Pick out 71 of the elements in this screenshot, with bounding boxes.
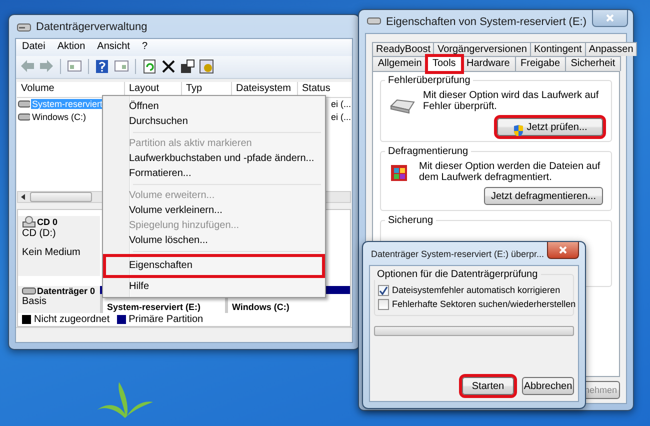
table-cell-text: ei (... [330, 99, 351, 110]
pane-icon [114, 59, 129, 74]
menu-item[interactable]: ? [142, 41, 148, 54]
action-button[interactable]: Jetzt prüfen... [497, 118, 603, 136]
drive-icon [18, 113, 30, 122]
action-button[interactable]: Jetzt defragmentieren... [484, 187, 603, 205]
partition-label: Windows (C:) [232, 302, 290, 312]
column-header[interactable]: Status [298, 82, 351, 97]
drive-icon [367, 17, 381, 26]
legend-label: Nicht zugeordnet [34, 314, 110, 325]
left-arrow-icon [21, 194, 26, 200]
group-title: Sicherung [385, 215, 436, 226]
tab[interactable]: Freigabe [514, 56, 566, 71]
checkbox[interactable] [378, 298, 389, 310]
drive-icon [389, 98, 415, 114]
group-title: Optionen für die Datenträgerprüfung [374, 269, 541, 280]
menu-item[interactable]: Hilfe [105, 279, 323, 294]
close-icon [606, 14, 614, 22]
pane-icon [67, 59, 82, 74]
disk-info: Kein Medium [22, 247, 82, 258]
menu-item[interactable]: Eigenschaften [105, 256, 323, 276]
table-cell-text: ei (... [330, 112, 351, 122]
window-title: Datenträgerverwaltung [36, 20, 148, 32]
cd-drive-icon [22, 216, 36, 228]
tab[interactable]: Allgemein [372, 56, 428, 71]
checkbox-label: Dateisystemfehler automatisch korrigieren [392, 285, 560, 295]
delete-icon [161, 59, 176, 74]
menu-item[interactable]: Öffnen [105, 99, 323, 114]
volume-name[interactable]: Windows (C:) [31, 112, 88, 122]
menu-item[interactable]: Formatieren... [105, 166, 323, 181]
back-arrow-icon [20, 59, 35, 74]
menu-item[interactable]: Aktion [57, 41, 86, 54]
dialog-button[interactable]: Starten [462, 377, 514, 395]
disk-name: CD 0 [37, 217, 58, 227]
drive-icon [18, 100, 30, 108]
disk-drive-icon [22, 287, 36, 295]
disk-info: CD (D:) [22, 228, 57, 239]
tab[interactable]: Anpassen [584, 42, 638, 56]
leaf-drawing [95, 380, 155, 420]
tab[interactable]: Kontingent [530, 42, 586, 56]
tab[interactable]: Vorgängerversionen [433, 42, 531, 56]
menu-item[interactable]: Volume verkleinern... [105, 203, 323, 218]
partition-label: System-reserviert (E:) [107, 302, 201, 312]
window-title: Datenträger System-reserviert (E:) überpr... [371, 248, 544, 258]
menu-item[interactable]: Datei [22, 41, 46, 54]
menu-item[interactable]: Durchsuchen [105, 114, 323, 129]
dialog-button[interactable]: Abbrechen [522, 377, 574, 395]
close-button[interactable] [547, 242, 580, 259]
refresh-icon [142, 59, 157, 74]
tab[interactable]: Tools [426, 56, 462, 72]
checkmark-icon [379, 286, 388, 294]
menu-item[interactable]: Volume löschen... [105, 233, 323, 248]
forward-arrow-icon [39, 59, 54, 74]
close-button[interactable] [592, 10, 628, 27]
disk-info: Basis [22, 296, 48, 307]
description-text: Mit dieser Option wird das Laufwerk auf Fehler überprüft. [423, 90, 600, 112]
close-icon [559, 246, 568, 254]
window-title: Eigenschaften von System-reserviert (E:) [386, 16, 587, 28]
menu-item[interactable]: Ansicht [97, 41, 130, 54]
group-title: Fehlerüberprüfung [385, 75, 474, 86]
help-icon [95, 59, 110, 74]
checkbox-label: Fehlerhafte Sektoren suchen/wiederherstellen [392, 299, 576, 309]
shield-icon [512, 125, 524, 137]
menu-item[interactable]: Laufwerkbuchstaben und -pfade ändern... [105, 151, 323, 166]
legend-label: Primäre Partition [128, 314, 204, 325]
checkbox[interactable] [378, 284, 389, 296]
disk-name: Datenträger 0 [37, 286, 96, 296]
tab[interactable]: Sicherheit [564, 56, 622, 71]
tab[interactable]: ReadyBoost [372, 42, 434, 56]
description-text: Mit dieser Option werden die Dateien auf dem Laufwerk defragmentiert. [419, 161, 602, 183]
group-title: Defragmentierung [385, 146, 472, 157]
